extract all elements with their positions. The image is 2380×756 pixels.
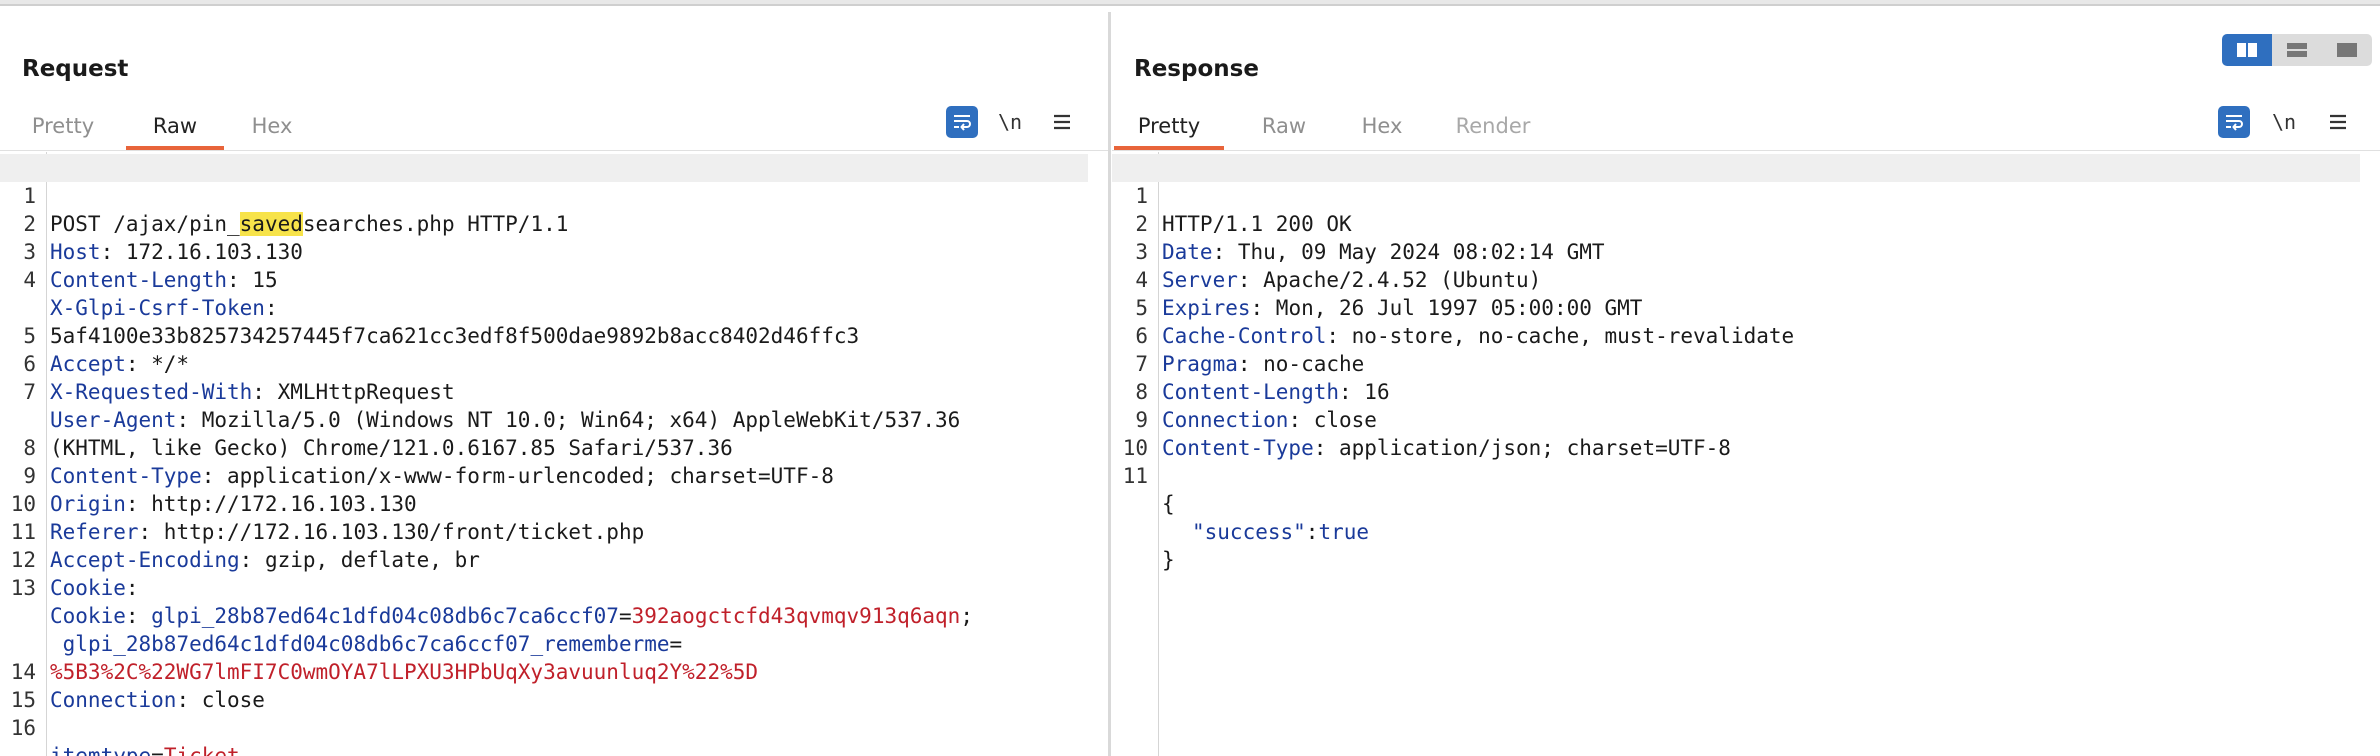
- request-tab-hex[interactable]: Hex: [232, 100, 312, 150]
- request-line: 6 X-Requested-With: XMLHttpRequest: [23, 352, 455, 404]
- json-key: "success": [1192, 520, 1306, 544]
- body-param-value: Ticket: [163, 744, 240, 756]
- menu-icon[interactable]: [2322, 106, 2354, 138]
- pane-divider[interactable]: [1108, 12, 1111, 756]
- word-wrap-icon[interactable]: [946, 106, 978, 138]
- newline-toggle-icon[interactable]: \n: [2268, 106, 2300, 138]
- request-line: 4 X-Glpi-Csrf-Token:: [23, 268, 278, 320]
- response-line: 11 {: [1122, 464, 1175, 516]
- request-line: 15: [10, 688, 36, 712]
- newline-toggle-icon[interactable]: \n: [994, 106, 1026, 138]
- split-vertical-icon[interactable]: [2272, 34, 2322, 66]
- request-line: 10 Referer: http://172.16.103.130/front/…: [10, 492, 645, 544]
- response-line: 10: [1122, 436, 1148, 460]
- request-line: 16 itemtype=Ticket: [0, 686, 1088, 756]
- request-line: %5B3%2C%22WG7lmFI7C0wmOYA7lLPXU3HPbUqXy3…: [0, 602, 1088, 684]
- response-tabs: Pretty Raw Hex Render: [1112, 100, 2380, 151]
- response-line: 4 Expires: Mon, 26 Jul 1997 05:00:00 GMT: [1135, 268, 1643, 320]
- response-line: }: [1162, 548, 1175, 572]
- response-tab-render[interactable]: Render: [1448, 100, 1538, 150]
- single-pane-icon[interactable]: [2322, 34, 2372, 66]
- response-line: 7 Content-Length: 16: [1135, 352, 1390, 404]
- response-editor[interactable]: 1 HTTP/1.1 200 OK 2 Date: Thu, 09 May 20…: [1112, 152, 2380, 756]
- request-pane: Request Pretty Raw Hex \n 1 POST /ajax/p…: [0, 12, 1108, 756]
- response-line: 9 Content-Type: application/json; charse…: [1135, 408, 1731, 460]
- request-line: 5af4100e33b825734257445f7ca621cc3edf8f50…: [50, 324, 860, 348]
- request-line: 7 User-Agent: Mozilla/5.0 (Windows NT 10…: [23, 380, 961, 432]
- request-line: 2 Host: 172.16.103.130: [23, 212, 303, 264]
- response-line: 5 Cache-Control: no-store, no-cache, mus…: [1135, 296, 1795, 348]
- request-tabs: Pretty Raw Hex: [0, 100, 1108, 151]
- request-line: 14 Connection: close: [10, 660, 265, 712]
- response-title: Response: [1134, 56, 1259, 82]
- request-title: Request: [22, 56, 129, 82]
- word-wrap-icon[interactable]: [2218, 106, 2250, 138]
- request-line: 12 Cookie:: [10, 548, 152, 600]
- response-line: 2 Date: Thu, 09 May 2024 08:02:14 GMT: [1135, 212, 1605, 264]
- request-line: glpi_28b87ed64c1dfd04c08db6c7ca6ccf07_re…: [62, 632, 683, 656]
- layout-toggle: [2222, 34, 2372, 66]
- body-param-name: itemtype: [50, 744, 152, 756]
- request-tab-raw[interactable]: Raw: [126, 100, 224, 150]
- response-line: 3 Server: Apache/2.4.52 (Ubuntu): [1135, 240, 1542, 292]
- response-pane: Response Pretty Raw Hex Render \n 1 HTTP…: [1112, 12, 2380, 756]
- request-editor[interactable]: 1 POST /ajax/pin_savedsearches.php HTTP/…: [0, 152, 1108, 756]
- response-toolbar: \n: [2218, 106, 2368, 140]
- menu-icon[interactable]: [1046, 106, 1078, 138]
- request-line: 8 Content-Type: application/x-www-form-u…: [23, 436, 834, 488]
- request-line: 3 Content-Length: 15: [23, 240, 278, 292]
- top-border: [0, 0, 2380, 6]
- response-line: 1 HTTP/1.1 200 OK: [1112, 154, 2360, 236]
- request-line: 1 POST /ajax/pin_savedsearches.php HTTP/…: [0, 154, 1088, 236]
- response-tab-hex[interactable]: Hex: [1350, 100, 1414, 150]
- request-line: 5 Accept: */*: [23, 324, 190, 376]
- request-line: (KHTML, like Gecko) Chrome/121.0.6167.85…: [50, 436, 733, 460]
- response-line: 8 Connection: close: [1135, 380, 1377, 432]
- request-line: 13 Cookie: glpi_28b87ed64c1dfd04c08db6c7…: [10, 576, 973, 628]
- response-tab-pretty[interactable]: Pretty: [1114, 100, 1224, 150]
- response-line: 6 Pragma: no-cache: [1135, 324, 1365, 376]
- request-line: 9 Origin: http://172.16.103.130: [23, 464, 417, 516]
- request-line: 11 Accept-Encoding: gzip, deflate, br: [10, 520, 480, 572]
- request-toolbar: \n: [946, 106, 1096, 140]
- split-horizontal-icon[interactable]: [2222, 34, 2272, 66]
- response-line: "success":true: [1192, 520, 1370, 544]
- json-value: true: [1318, 520, 1370, 544]
- response-tab-raw[interactable]: Raw: [1252, 100, 1316, 150]
- request-tab-pretty[interactable]: Pretty: [18, 100, 108, 150]
